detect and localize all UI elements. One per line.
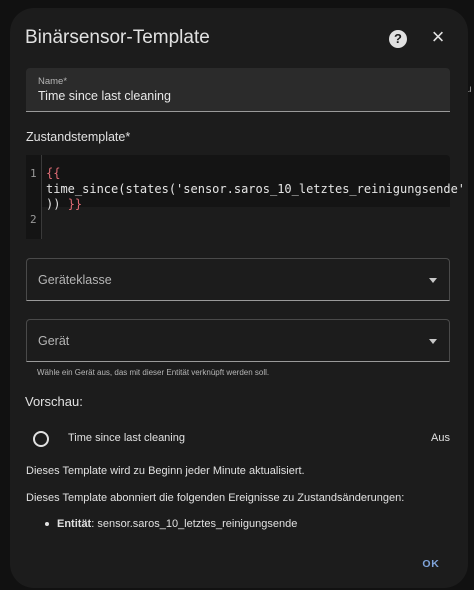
chevron-down-icon <box>429 339 437 344</box>
name-field-label: Name* <box>38 76 68 87</box>
template-close-brace: }} <box>67 197 83 211</box>
preview-entity-name: Time since last cleaning <box>68 432 185 444</box>
code-line-body[interactable]: time_since(states('sensor.saros_10_letzt… <box>46 182 465 196</box>
close-icon[interactable]: × <box>428 26 448 48</box>
line-number-2: 2 <box>30 213 37 226</box>
device-select[interactable]: Gerät <box>26 319 450 362</box>
code-line-open[interactable]: {{ <box>46 166 60 180</box>
template-open-brace: {{ <box>46 166 61 180</box>
template-close-paren: )) <box>46 197 61 211</box>
state-template-label: Zustandstemplate* <box>26 130 131 144</box>
preview-heading: Vorschau: <box>25 394 83 409</box>
list-bullet <box>45 522 49 526</box>
device-helper-text: Wähle ein Gerät aus, das mit dieser Enti… <box>37 368 270 377</box>
line-number-1: 1 <box>30 167 37 180</box>
subscribed-entity-item: Entität: sensor.saros_10_letztes_reinigu… <box>57 518 297 530</box>
chevron-down-icon <box>429 278 437 283</box>
preview-entity-state: Aus <box>431 432 450 444</box>
device-class-select[interactable]: Geräteklasse <box>26 258 450 301</box>
editor-gutter: 1 2 <box>26 155 42 239</box>
ok-button[interactable]: OK <box>416 555 446 573</box>
update-info-text: Dieses Template wird zu Beginn jeder Min… <box>26 465 305 477</box>
entity-prefix: Entität <box>57 518 92 530</box>
entity-id: : sensor.saros_10_letztes_reinigungsende <box>91 518 298 530</box>
state-template-editor[interactable]: 1 2 {{ time_since(states('sensor.saros_1… <box>26 155 465 239</box>
dialog-title: Binärsensor-Template <box>25 27 210 48</box>
device-class-label: Geräteklasse <box>38 273 112 287</box>
binary-state-icon <box>33 431 49 447</box>
template-expression: time_since(states('sensor.saros_10_letzt… <box>46 182 466 196</box>
help-icon[interactable]: ? <box>389 30 407 48</box>
subscribe-info-text: Dieses Template abonniert die folgenden … <box>26 492 405 504</box>
code-line-close[interactable]: )) }} <box>46 197 82 211</box>
name-field[interactable]: Name* Time since last cleaning <box>26 68 450 112</box>
name-field-value[interactable]: Time since last cleaning <box>38 89 171 103</box>
editor-active-line <box>42 207 450 239</box>
device-label: Gerät <box>38 334 70 348</box>
